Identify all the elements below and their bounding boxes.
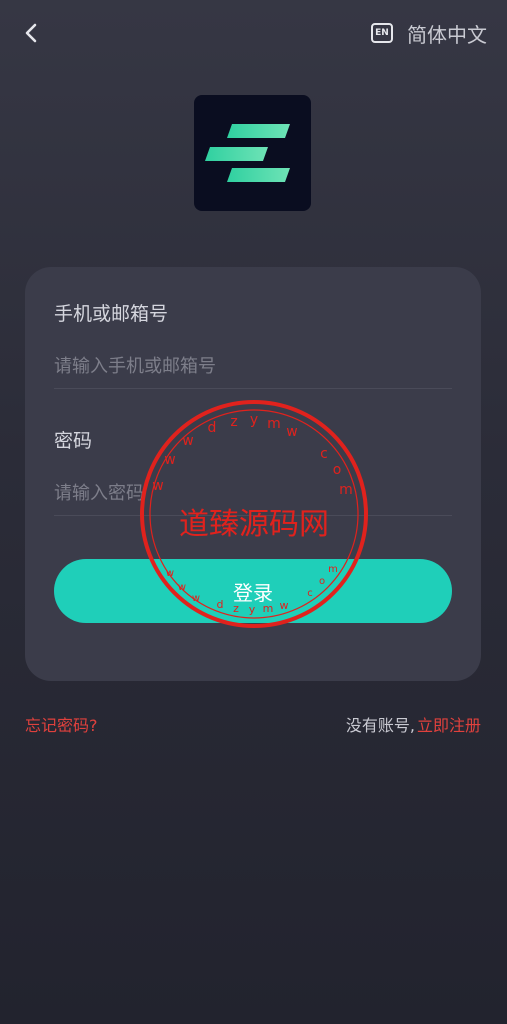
login-card: 手机或邮箱号 密码 登录 — [25, 267, 481, 681]
register-link[interactable]: 立即注册 — [417, 712, 481, 736]
language-label: 简体中文 — [407, 22, 487, 47]
password-input[interactable] — [54, 472, 452, 516]
register-row: 没有账号, 立即注册 — [346, 712, 481, 736]
password-label: 密码 — [54, 430, 93, 452]
language-switch[interactable]: EN 简体中文 — [371, 18, 487, 48]
back-button[interactable] — [16, 18, 46, 48]
app-logo — [194, 95, 311, 211]
login-button[interactable]: 登录 — [54, 559, 452, 623]
forgot-password-link[interactable]: 忘记密码? — [25, 712, 98, 736]
account-input[interactable] — [54, 345, 452, 389]
app-logo-icon — [205, 124, 290, 182]
account-label: 手机或邮箱号 — [54, 303, 169, 325]
register-prompt: 没有账号, — [345, 716, 415, 735]
language-icon: EN — [371, 23, 393, 43]
top-bar: EN 简体中文 — [0, 0, 507, 66]
chevron-left-icon — [25, 23, 37, 43]
